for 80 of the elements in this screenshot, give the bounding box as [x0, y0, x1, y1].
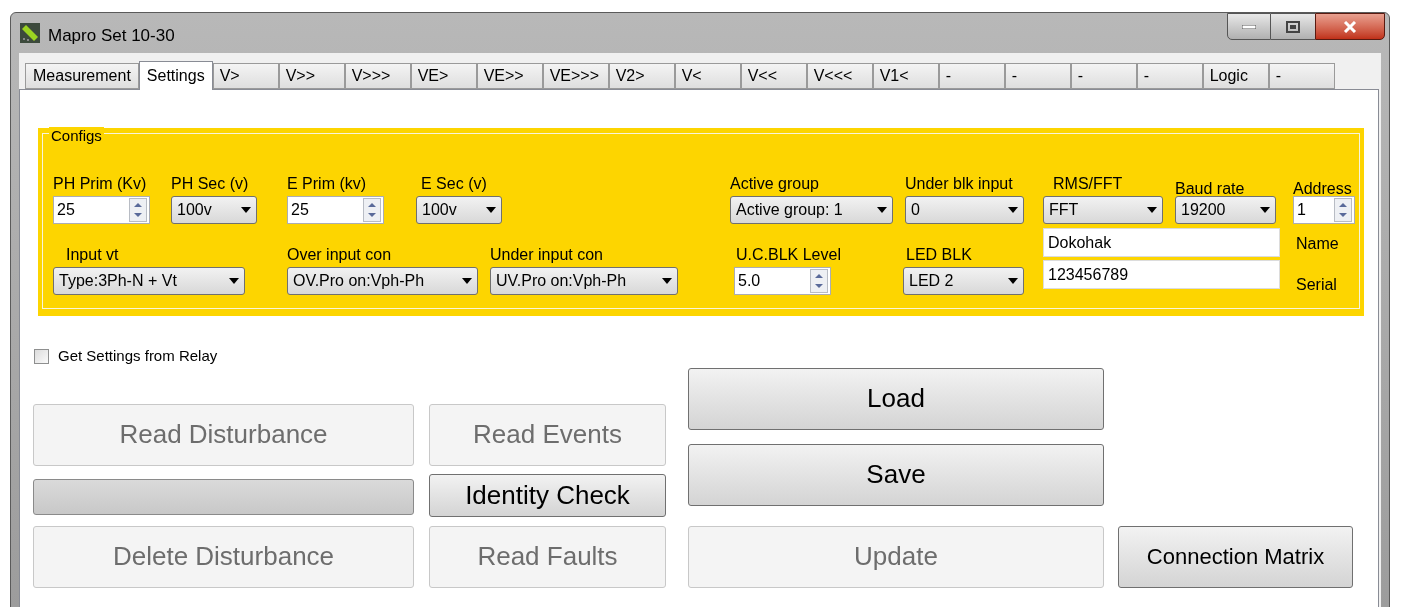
spin-arrows-icon — [1334, 198, 1352, 222]
dropdown[interactable]: FFT — [1043, 196, 1163, 224]
spin-arrows-icon — [363, 198, 381, 222]
number-spinner[interactable]: 5.0 — [734, 267, 831, 295]
field-label: PH Sec (v) — [171, 174, 249, 194]
caret-icon — [662, 278, 672, 284]
text-field[interactable]: Dokohak — [1043, 228, 1280, 257]
tab[interactable]: V>> — [278, 63, 345, 89]
checkbox-label: Get Settings from Relay — [58, 346, 218, 366]
number-spinner[interactable]: 25 — [53, 196, 150, 224]
caret-icon — [1008, 278, 1018, 284]
spin-arrows-icon — [129, 198, 147, 222]
caret-icon — [229, 278, 239, 284]
dropdown[interactable]: Type:3Ph-N + Vt — [53, 267, 245, 295]
dropdown[interactable]: Active group: 1 — [730, 196, 893, 224]
field-label: E Sec (v) — [420, 174, 487, 194]
tab[interactable]: Logic — [1202, 63, 1269, 89]
field-label: RMS/FFT — [1052, 174, 1123, 194]
checkbox[interactable] — [34, 348, 49, 364]
spin-arrows-icon — [810, 269, 828, 293]
field-label: U.C.BLK Level — [735, 245, 841, 265]
field-label: E Prim (kv) — [287, 174, 367, 194]
tab[interactable]: V<<< — [806, 63, 873, 89]
window-title: Mapro Set 10-30 — [48, 25, 175, 47]
action-button[interactable]: Connection Matrix — [1118, 525, 1353, 588]
tab[interactable]: Measurement — [25, 63, 139, 89]
field-label: Address — [1293, 179, 1352, 196]
text-field[interactable]: 123456789 — [1043, 260, 1280, 289]
group-title: Configs — [49, 127, 104, 144]
tab[interactable]: - — [938, 63, 1005, 89]
action-button[interactable]: Load — [688, 367, 1104, 430]
tab[interactable]: V1< — [872, 63, 939, 89]
field-label: Under blk input — [905, 174, 1013, 194]
dropdown[interactable]: UV.Pro on:Vph-Ph — [490, 267, 678, 295]
minimize-icon — [1242, 24, 1256, 29]
maximize-button[interactable] — [1271, 13, 1315, 40]
caret-icon — [241, 207, 251, 213]
dropdown[interactable]: 100v — [416, 196, 502, 224]
dropdown[interactable]: 0 — [905, 196, 1024, 224]
close-button[interactable] — [1315, 13, 1385, 40]
caret-icon — [1260, 207, 1270, 213]
tab[interactable]: VE>> — [476, 63, 543, 89]
app-icon — [20, 23, 40, 43]
tab[interactable]: V> — [212, 63, 279, 89]
minimize-button[interactable] — [1227, 13, 1271, 40]
dropdown[interactable]: LED 2 — [903, 267, 1024, 295]
close-icon — [1343, 20, 1357, 33]
field-label: LED BLK — [905, 245, 972, 265]
caret-icon — [462, 278, 472, 284]
field-label: Serial — [1296, 275, 1338, 295]
field-label: Active group — [730, 174, 819, 194]
caret-icon — [877, 207, 887, 213]
tab[interactable]: VE> — [410, 63, 477, 89]
tab[interactable]: V>>> — [344, 63, 411, 89]
field-label: Name — [1296, 234, 1339, 254]
field-label: Under input con — [490, 245, 603, 265]
caret-icon — [1147, 207, 1157, 213]
tab[interactable]: - — [1136, 63, 1203, 89]
tab[interactable]: - — [1070, 63, 1137, 89]
dropdown[interactable]: 19200 — [1175, 196, 1276, 224]
tab[interactable]: - — [1004, 63, 1071, 89]
action-button[interactable]: Identity Check — [429, 473, 666, 517]
caret-icon — [1008, 207, 1018, 213]
tab[interactable]: VE>>> — [542, 63, 609, 89]
action-button[interactable]: Save — [688, 443, 1104, 506]
number-spinner[interactable]: 25 — [287, 196, 384, 224]
tab[interactable]: - — [1268, 63, 1335, 89]
tab[interactable]: V2> — [608, 63, 675, 89]
dropdown[interactable]: 100v — [171, 196, 257, 224]
tab[interactable]: V< — [674, 63, 741, 89]
number-spinner[interactable]: 1 — [1293, 196, 1355, 224]
field-label: PH Prim (Kv) — [53, 174, 147, 194]
field-label: Baud rate — [1175, 179, 1245, 196]
field-label: Input vt — [65, 245, 119, 265]
caret-icon — [486, 207, 496, 213]
field-label: Over input con — [287, 245, 392, 265]
tab[interactable]: Settings — [138, 61, 213, 90]
dropdown[interactable]: OV.Pro on:Vph-Ph — [287, 267, 478, 295]
tab[interactable]: V<< — [740, 63, 807, 89]
maximize-icon — [1286, 20, 1300, 33]
